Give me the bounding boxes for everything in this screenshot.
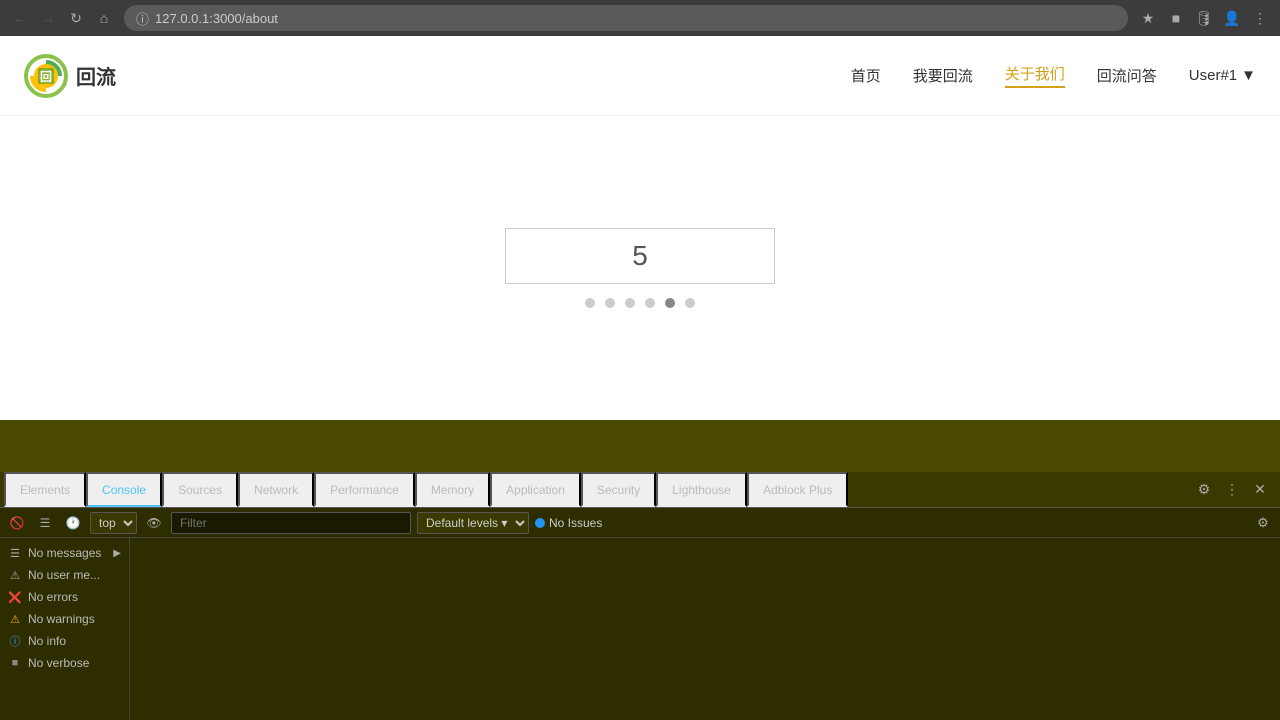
- site-title: 回流: [76, 61, 116, 90]
- no-errors-label: No errors: [28, 590, 78, 604]
- sidebar-item-no-messages[interactable]: ☰ No messages ▶: [0, 542, 129, 564]
- site-nav-links: 首页 我要回流 关于我们 回流问答 User#1 ▼: [851, 63, 1256, 88]
- url-text: 127.0.0.1:3000/about: [155, 11, 278, 26]
- tab-elements[interactable]: Elements: [4, 472, 86, 507]
- nav-huanliu[interactable]: 我要回流: [913, 65, 973, 86]
- tabs-spacer: [848, 472, 1192, 507]
- no-info-label: No info: [28, 634, 66, 648]
- extensions-button[interactable]: ■: [1164, 6, 1188, 30]
- forward-button[interactable]: →: [36, 6, 60, 30]
- eye-btn[interactable]: 👁: [143, 512, 165, 534]
- console-sidebar: ☰ No messages ▶ ⚠ No user me... ❌ No err…: [0, 538, 130, 720]
- devtools-settings-btn[interactable]: ⚙: [1192, 478, 1216, 502]
- console-settings-btn[interactable]: ⚙: [1252, 512, 1274, 534]
- number-box: 5: [505, 228, 775, 284]
- devtools: Elements Console Sources Network Perform…: [0, 472, 1280, 720]
- dot-5[interactable]: [665, 298, 675, 308]
- address-bar[interactable]: ⓘ 127.0.0.1:3000/about: [124, 5, 1128, 31]
- issues-dot: [535, 518, 545, 528]
- menu-button[interactable]: ⋮: [1248, 6, 1272, 30]
- circle-slash-icon: ⚠: [8, 568, 22, 582]
- sidebar-item-no-info[interactable]: ⓘ No info: [0, 630, 129, 652]
- tab-sources[interactable]: Sources: [162, 472, 238, 507]
- nav-qa[interactable]: 回流问答: [1097, 65, 1157, 86]
- site-logo: 回 回流: [24, 54, 116, 98]
- user-menu[interactable]: User#1 ▼: [1189, 67, 1256, 84]
- sidebar-item-no-verbose[interactable]: ■ No verbose: [0, 652, 129, 674]
- adblock-button[interactable]: 🛢: [1192, 6, 1216, 30]
- dark-band: [0, 420, 1280, 472]
- carousel-dots: [585, 298, 695, 308]
- home-button[interactable]: ⌂: [92, 6, 116, 30]
- levels-select[interactable]: Default levels ▾: [417, 512, 529, 534]
- sidebar-item-no-errors[interactable]: ❌ No errors: [0, 586, 129, 608]
- tab-console[interactable]: Console: [86, 472, 162, 507]
- verbose-icon: ■: [8, 656, 22, 670]
- context-select[interactable]: top: [90, 512, 137, 534]
- website: 回 回流 首页 我要回流 关于我们 回流问答 User#1 ▼ 5: [0, 36, 1280, 420]
- back-button[interactable]: ←: [8, 6, 32, 30]
- nav-about[interactable]: 关于我们: [1005, 63, 1065, 88]
- nav-home[interactable]: 首页: [851, 65, 881, 86]
- tab-application[interactable]: Application: [490, 472, 581, 507]
- tab-performance[interactable]: Performance: [314, 472, 415, 507]
- devtools-close-btn[interactable]: ✕: [1248, 478, 1272, 502]
- tab-security[interactable]: Security: [581, 472, 656, 507]
- console-content: ☰ No messages ▶ ⚠ No user me... ❌ No err…: [0, 538, 1280, 720]
- browser-chrome: ← → ↻ ⌂ ⓘ 127.0.0.1:3000/about ★ ■ 🛢 👤 ⋮: [0, 0, 1280, 36]
- devtools-toolbar: 🚫 ☰ 🕐 top 👁 Default levels ▾ No Issues ⚙: [0, 508, 1280, 538]
- list-icon: ☰: [8, 546, 22, 560]
- console-main[interactable]: [130, 538, 1280, 720]
- user-label: User#1: [1189, 67, 1237, 84]
- no-verbose-label: No verbose: [28, 656, 89, 670]
- no-issues-label: No Issues: [549, 516, 602, 530]
- show-timestamps-btn[interactable]: 🕐: [62, 512, 84, 534]
- site-navbar: 回 回流 首页 我要回流 关于我们 回流问答 User#1 ▼: [0, 36, 1280, 116]
- no-messages-label: No messages: [28, 546, 101, 560]
- sidebar-item-no-user[interactable]: ⚠ No user me...: [0, 564, 129, 586]
- profile-button[interactable]: 👤: [1220, 6, 1244, 30]
- toggle-sidebar-btn[interactable]: ☰: [34, 512, 56, 534]
- dot-4[interactable]: [645, 298, 655, 308]
- no-user-label: No user me...: [28, 568, 100, 582]
- tab-lighthouse[interactable]: Lighthouse: [656, 472, 747, 507]
- svg-text:回: 回: [40, 70, 52, 84]
- devtools-more-btn[interactable]: ⋮: [1220, 478, 1244, 502]
- devtools-tabs: Elements Console Sources Network Perform…: [0, 472, 1280, 508]
- filter-input[interactable]: [171, 512, 411, 534]
- dot-3[interactable]: [625, 298, 635, 308]
- info-icon: ⓘ: [8, 634, 22, 648]
- error-icon: ❌: [8, 590, 22, 604]
- sidebar-item-no-warnings[interactable]: ⚠ No warnings: [0, 608, 129, 630]
- expand-arrow-icon: ▶: [113, 548, 121, 559]
- dot-6[interactable]: [685, 298, 695, 308]
- nav-buttons: ← → ↻ ⌂: [8, 6, 116, 30]
- clear-console-btn[interactable]: 🚫: [6, 512, 28, 534]
- tab-actions: ⚙ ⋮ ✕: [1192, 472, 1276, 507]
- bookmark-button[interactable]: ★: [1136, 6, 1160, 30]
- tab-network[interactable]: Network: [238, 472, 314, 507]
- dropdown-arrow-icon: ▼: [1241, 67, 1256, 84]
- no-warnings-label: No warnings: [28, 612, 95, 626]
- dot-1[interactable]: [585, 298, 595, 308]
- tab-adblock[interactable]: Adblock Plus: [747, 472, 848, 507]
- logo-icon: 回: [24, 54, 68, 98]
- site-main: 5: [0, 116, 1280, 420]
- security-icon: ⓘ: [136, 9, 149, 28]
- reload-button[interactable]: ↻: [64, 6, 88, 30]
- no-issues-badge: No Issues: [535, 516, 602, 530]
- tab-memory[interactable]: Memory: [415, 472, 490, 507]
- dot-2[interactable]: [605, 298, 615, 308]
- browser-actions: ★ ■ 🛢 👤 ⋮: [1136, 6, 1272, 30]
- warning-icon: ⚠: [8, 612, 22, 626]
- number-value: 5: [632, 240, 648, 272]
